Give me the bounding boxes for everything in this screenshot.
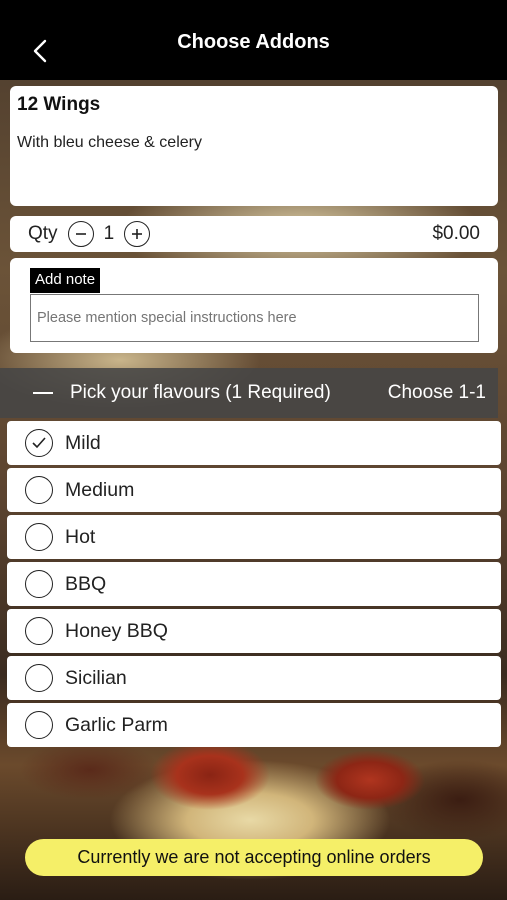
option-hot[interactable]: Hot [7,515,501,559]
special-instructions-input[interactable] [30,294,479,342]
increase-quantity-button[interactable] [124,221,151,247]
quantity-card: Qty 1 $0.00 [10,216,498,252]
radio-unchecked-icon[interactable] [25,570,53,598]
quantity-value: 1 [103,223,115,244]
chevron-left-icon [33,39,47,63]
option-label: Sicilian [65,666,127,689]
section-title: Pick your flavours (1 Required) [70,382,331,403]
radio-unchecked-icon[interactable] [25,523,53,551]
orders-closed-banner: Currently we are not accepting online or… [25,839,483,876]
top-nav-bar: Choose Addons [0,0,507,80]
item-name: 12 Wings [17,94,101,115]
radio-checked-icon[interactable] [25,429,53,457]
option-label: Honey BBQ [65,619,168,642]
radio-unchecked-icon[interactable] [25,711,53,739]
item-price: $0.00 [432,223,480,244]
option-sicilian[interactable]: Sicilian [7,656,501,700]
option-label: Garlic Parm [65,713,168,736]
minus-icon [75,233,86,235]
plus-icon [132,229,143,239]
flavour-options-list: Mild Medium Hot BBQ Honey BBQ Sicilian G… [7,421,501,750]
back-button[interactable] [26,34,54,68]
radio-unchecked-icon[interactable] [25,476,53,504]
decrease-quantity-button[interactable] [67,221,94,247]
collapse-minus-icon[interactable] [33,392,53,394]
item-description: With bleu cheese & celery [17,134,202,151]
page-title: Choose Addons [177,30,330,53]
option-honey-bbq[interactable]: Honey BBQ [7,609,501,653]
note-card: Add note [10,258,498,353]
option-medium[interactable]: Medium [7,468,501,512]
item-info-card: 12 Wings With bleu cheese & celery [10,86,498,206]
option-label: BBQ [65,572,107,595]
radio-unchecked-icon[interactable] [25,617,53,645]
option-label: Mild [65,431,101,454]
option-bbq[interactable]: BBQ [7,562,501,606]
qty-label: Qty [28,223,58,244]
option-label: Hot [65,525,96,548]
choose-count: Choose 1-1 [387,382,486,403]
option-mild[interactable]: Mild [7,421,501,465]
option-label: Medium [65,478,135,501]
flavour-section-header[interactable]: Pick your flavours (1 Required) Choose 1… [0,368,498,418]
option-garlic-parm[interactable]: Garlic Parm [7,703,501,747]
add-note-label: Add note [30,268,101,293]
radio-unchecked-icon[interactable] [25,664,53,692]
